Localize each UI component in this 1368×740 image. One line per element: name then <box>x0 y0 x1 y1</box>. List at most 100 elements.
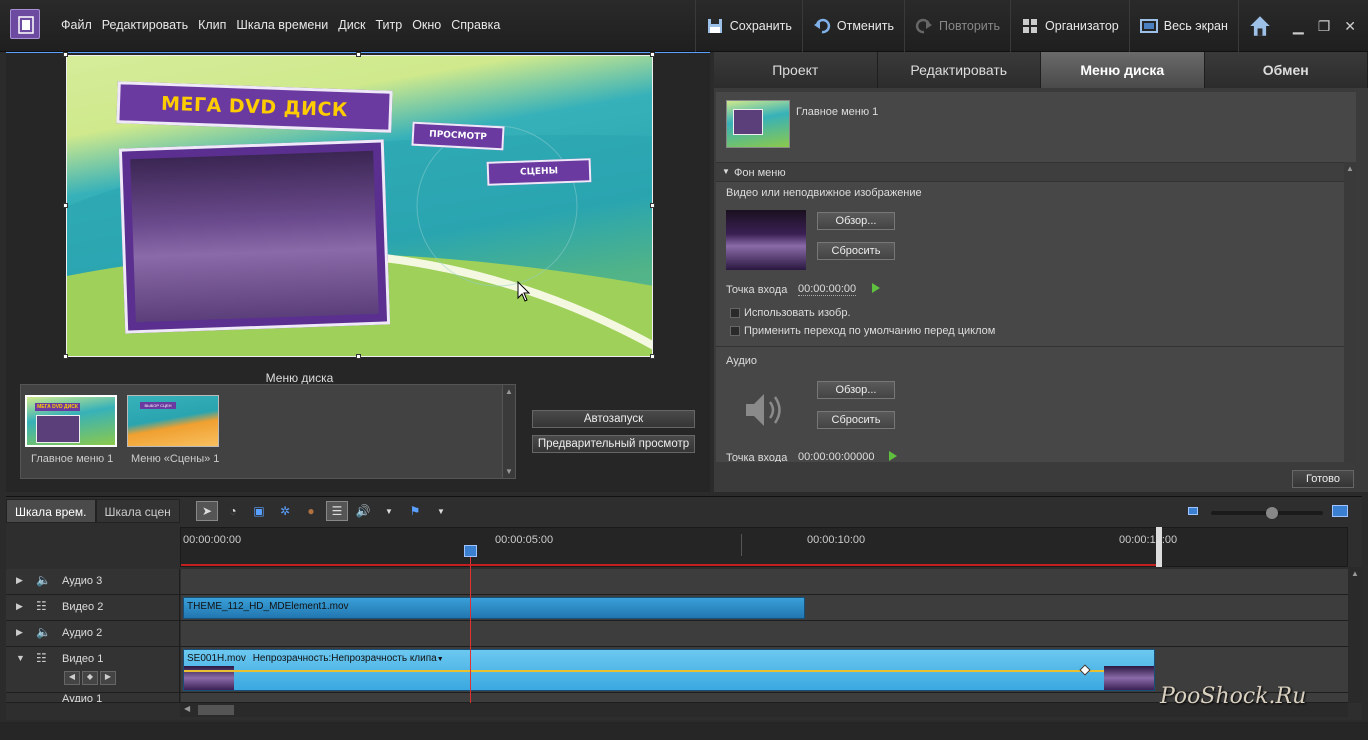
scroll-up-icon[interactable]: ▲ <box>1351 569 1359 578</box>
track-body[interactable] <box>181 621 1348 646</box>
keyframe-icon[interactable] <box>1079 664 1091 676</box>
browse-audio-button[interactable]: Обзор... <box>817 381 895 399</box>
menu-help[interactable]: Справка <box>446 18 505 32</box>
menu-disc[interactable]: Диск <box>333 18 370 32</box>
dropdown-arrow-icon[interactable]: ▼ <box>437 656 444 663</box>
video-clip[interactable]: THEME_112_HD_MDElement1.mov <box>183 597 805 619</box>
audio-mixer-icon[interactable]: 🔊 <box>352 501 374 521</box>
expand-arrow-icon[interactable]: ▶ <box>16 575 23 586</box>
timeline-vertical-scrollbar[interactable]: ▲ <box>1348 567 1362 703</box>
opacity-line[interactable] <box>184 670 1104 672</box>
main-menu-thumb-label: Главное меню 1 <box>31 453 114 465</box>
reset-audio-button[interactable]: Сбросить <box>817 411 895 429</box>
menu-clip[interactable]: Клип <box>193 18 231 32</box>
redo-button[interactable]: Повторить <box>904 0 1010 52</box>
track-name: Видео 2 <box>62 601 104 613</box>
play-icon[interactable] <box>871 282 881 294</box>
resize-handle[interactable] <box>63 203 68 208</box>
status-bar <box>0 722 1368 740</box>
resize-handle[interactable] <box>356 52 361 57</box>
clip-opacity-label[interactable]: Непрозрачность:Непрозрачность клипа <box>253 653 437 664</box>
time-stretch-icon[interactable]: ◔ <box>222 501 244 521</box>
browse-video-button[interactable]: Обзор... <box>817 212 895 230</box>
add-keyframe-icon[interactable]: ◆ <box>82 671 98 685</box>
zoom-slider-knob[interactable] <box>1266 507 1278 519</box>
selection-tool-icon[interactable]: ➤ <box>196 501 218 521</box>
resize-handle[interactable] <box>650 52 655 57</box>
save-button[interactable]: Сохранить <box>694 0 802 52</box>
main-menu-thumbnail[interactable]: МЕГА DVD ДИСК <box>25 395 117 447</box>
menu-scenes-label: СЦЕНЫ <box>519 166 559 178</box>
prev-keyframe-icon[interactable]: ◀ <box>64 671 80 685</box>
smart-mix-icon[interactable]: ● <box>300 501 322 521</box>
section-header[interactable]: ▼ Фон меню <box>716 162 1356 182</box>
menu-file[interactable]: Файл <box>56 18 97 32</box>
restore-icon[interactable]: ❐ <box>1318 18 1331 35</box>
audio-in-point-value[interactable]: 00:00:00:00000 <box>798 451 874 462</box>
reset-video-button[interactable]: Сбросить <box>817 242 895 260</box>
organizer-button[interactable]: Организатор <box>1010 0 1129 52</box>
scroll-down-icon[interactable]: ▼ <box>505 467 513 476</box>
zoom-in-icon[interactable] <box>1332 505 1348 517</box>
menu-title[interactable]: Титр <box>370 18 407 32</box>
tab-sceneline[interactable]: Шкала сцен <box>95 499 180 523</box>
scroll-left-icon[interactable]: ◀ <box>184 704 190 713</box>
resize-handle[interactable] <box>63 52 68 57</box>
audio-play-icon[interactable] <box>888 450 898 462</box>
motion-tracking-icon[interactable]: ✲ <box>274 501 296 521</box>
tab-project[interactable]: Проект <box>714 52 878 88</box>
marker-icon[interactable]: ⚑ <box>404 501 426 521</box>
zoom-out-icon[interactable] <box>1188 507 1198 515</box>
scenes-menu-thumbnail[interactable]: ВЫБОР СЦЕН <box>127 395 219 447</box>
video-clip[interactable]: SE001H.mov Непрозрачность:Непрозрачность… <box>183 649 1155 691</box>
properties-icon[interactable]: ☰ <box>326 501 348 521</box>
autoplay-button[interactable]: Автозапуск <box>532 410 695 428</box>
dropdown-arrow-icon[interactable]: ▼ <box>378 501 400 521</box>
work-area-end-marker[interactable] <box>1156 527 1162 567</box>
resize-handle[interactable] <box>650 203 655 208</box>
track-body[interactable]: THEME_112_HD_MDElement1.mov <box>181 595 1348 620</box>
next-keyframe-icon[interactable]: ▶ <box>100 671 116 685</box>
menu-video-frame[interactable] <box>118 139 391 334</box>
collapse-arrow-icon[interactable]: ▼ <box>722 167 730 176</box>
expand-arrow-icon[interactable]: ▶ <box>16 627 23 638</box>
menu-preview-button[interactable]: ПРОСМОТР <box>411 121 505 151</box>
mouse-cursor-icon <box>517 281 531 302</box>
resize-handle[interactable] <box>63 354 68 359</box>
time-ruler[interactable]: 00:00:00:00 00:00:05:00 00:00:10:00 00:0… <box>180 527 1348 567</box>
disc-menu-preview[interactable]: МЕГА DVD ДИСК ПРОСМОТР СЦЕНЫ <box>66 55 653 357</box>
menu-window[interactable]: Окно <box>407 18 446 32</box>
menu-scenes-button[interactable]: СЦЕНЫ <box>486 158 592 186</box>
menu-edit[interactable]: Редактировать <box>97 18 193 32</box>
resize-handle[interactable] <box>356 354 361 359</box>
resize-handle[interactable] <box>650 354 655 359</box>
thumbnails-scrollbar[interactable]: ▲ ▼ <box>502 385 515 478</box>
scrollbar-thumb[interactable] <box>198 705 234 715</box>
app-logo-icon[interactable] <box>10 9 40 39</box>
apply-transition-checkbox[interactable] <box>730 326 740 336</box>
scroll-up-icon[interactable]: ▲ <box>505 387 513 396</box>
tab-timeline[interactable]: Шкала врем. <box>6 499 96 523</box>
collapse-arrow-icon[interactable]: ▼ <box>16 653 25 663</box>
tab-disc-menu[interactable]: Меню диска <box>1041 52 1205 88</box>
smart-fix-icon[interactable]: ▣ <box>248 501 270 521</box>
minimize-icon[interactable]: ▁ <box>1293 18 1304 35</box>
close-icon[interactable]: ✕ <box>1344 18 1356 35</box>
preview-button[interactable]: Предварительный просмотр <box>532 435 695 453</box>
in-point-value[interactable]: 00:00:00:00 <box>798 283 857 296</box>
menu-timeline[interactable]: Шкала времени <box>231 18 333 32</box>
menu-thumbnail[interactable] <box>726 100 790 148</box>
playhead-handle[interactable] <box>464 545 477 557</box>
scroll-up-icon[interactable]: ▲ <box>1346 164 1354 173</box>
expand-arrow-icon[interactable]: ▶ <box>16 601 23 612</box>
done-button[interactable]: Готово <box>1292 470 1354 488</box>
undo-button[interactable]: Отменить <box>801 0 904 52</box>
tab-share[interactable]: Обмен <box>1204 52 1368 88</box>
marker-dropdown-icon[interactable]: ▼ <box>430 501 452 521</box>
track-body[interactable] <box>181 569 1348 594</box>
properties-scrollbar[interactable]: ▲ <box>1344 162 1356 462</box>
tab-edit[interactable]: Редактировать <box>877 52 1041 88</box>
use-image-checkbox[interactable] <box>730 308 740 318</box>
home-button[interactable] <box>1237 0 1281 52</box>
fullscreen-button[interactable]: Весь экран <box>1128 0 1238 52</box>
